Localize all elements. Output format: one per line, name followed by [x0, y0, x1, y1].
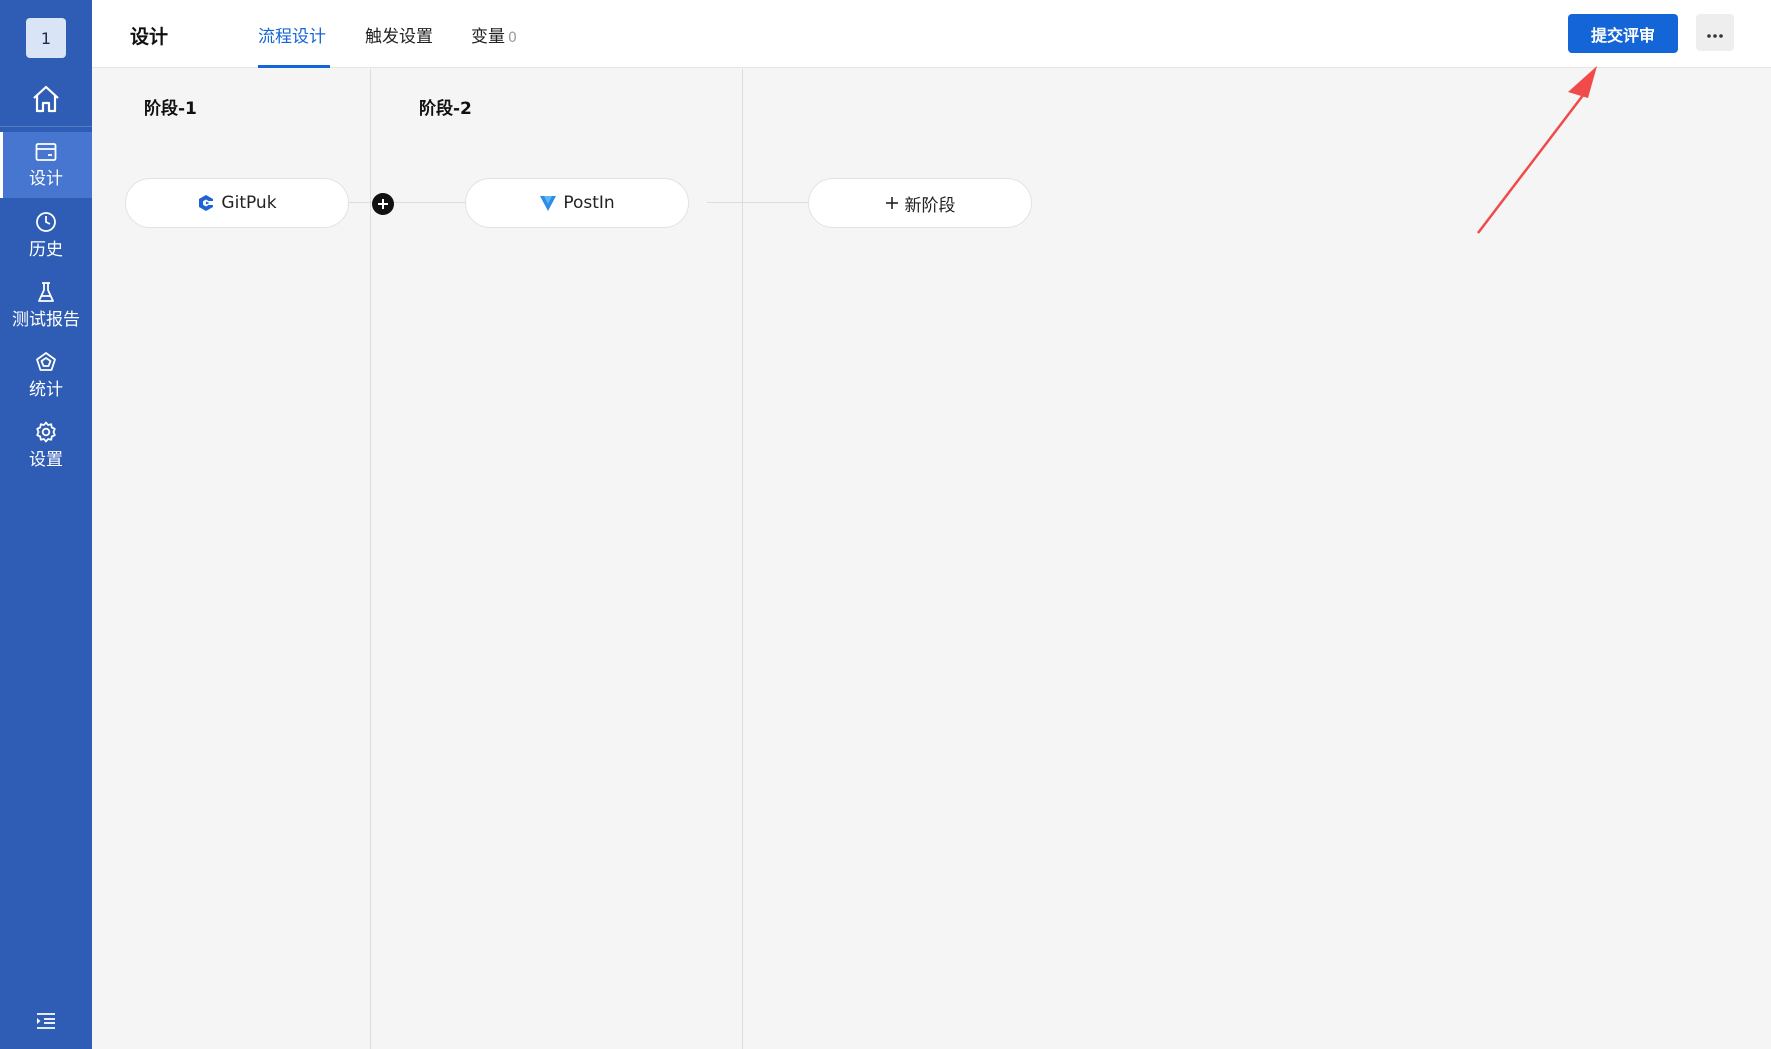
tab-label: 流程设计 — [258, 27, 326, 47]
pentagon-chart-icon — [35, 351, 57, 377]
home-icon[interactable] — [0, 72, 92, 126]
add-parallel-task-button[interactable] — [372, 193, 394, 215]
sidebar-item-statistics[interactable]: 统计 — [0, 342, 92, 408]
ellipsis-icon — [1707, 23, 1723, 42]
stage-divider — [742, 69, 743, 1049]
stage-title: 阶段-2 — [419, 99, 472, 119]
page-title: 设计 — [130, 26, 169, 48]
sidebar-item-history[interactable]: 历史 — [0, 202, 92, 268]
sidebar-item-label: 统计 — [29, 379, 63, 400]
sidebar-divider — [0, 126, 92, 127]
new-stage-label: 新阶段 — [904, 195, 956, 216]
pipeline-canvas: 阶段-1 阶段-2 GitPuk PostIn 新阶段 — [92, 69, 1771, 1049]
sidebar-item-label: 测试报告 — [12, 309, 80, 330]
tab-trigger-settings[interactable]: 触发设置 — [365, 22, 433, 47]
active-tab-indicator — [258, 65, 330, 68]
tab-pipeline-design[interactable]: 流程设计 — [258, 22, 326, 47]
task-label: GitPuk — [221, 193, 277, 213]
tab-label: 触发设置 — [365, 27, 433, 47]
sidebar-item-test-report[interactable]: 测试报告 — [0, 272, 92, 338]
task-postin[interactable]: PostIn — [465, 178, 689, 228]
postin-logo-icon — [539, 194, 557, 212]
variables-count: 0 — [508, 30, 517, 46]
submit-review-button[interactable]: 提交评审 — [1568, 14, 1678, 53]
flask-icon — [35, 281, 57, 307]
sidebar-item-design[interactable]: 设计 — [0, 132, 92, 198]
new-stage-button[interactable]: 新阶段 — [808, 178, 1032, 228]
task-label: PostIn — [563, 193, 615, 213]
tab-variables[interactable]: 变量 0 — [471, 22, 517, 47]
plus-icon — [885, 196, 899, 210]
sidebar-item-label: 设计 — [29, 168, 63, 189]
sidebar-item-label: 历史 — [29, 239, 63, 260]
card-icon — [35, 142, 57, 166]
task-gitpuk[interactable]: GitPuk — [125, 178, 349, 228]
sidebar-item-settings[interactable]: 设置 — [0, 412, 92, 478]
clock-icon — [35, 211, 57, 237]
tab-label: 变量 — [471, 27, 505, 47]
project-avatar[interactable]: 1 — [26, 18, 66, 58]
sidebar: 1 设计 历史 测试报告 统计 设置 — [0, 0, 92, 1049]
header: 设计 流程设计 触发设置 变量 0 提交评审 — [92, 0, 1771, 68]
plus-icon — [377, 195, 389, 214]
gitpuk-logo-icon — [197, 194, 215, 212]
gear-icon — [35, 421, 57, 447]
stage-divider — [370, 69, 371, 1049]
sidebar-item-label: 设置 — [29, 449, 63, 470]
stage-title: 阶段-1 — [144, 99, 197, 119]
app-root: 1 设计 历史 测试报告 统计 设置 设计 流程设计 触发设置 变量 0 提交评… — [0, 0, 1771, 1049]
more-options-button[interactable] — [1696, 14, 1734, 51]
collapse-menu-icon[interactable] — [0, 1006, 92, 1036]
